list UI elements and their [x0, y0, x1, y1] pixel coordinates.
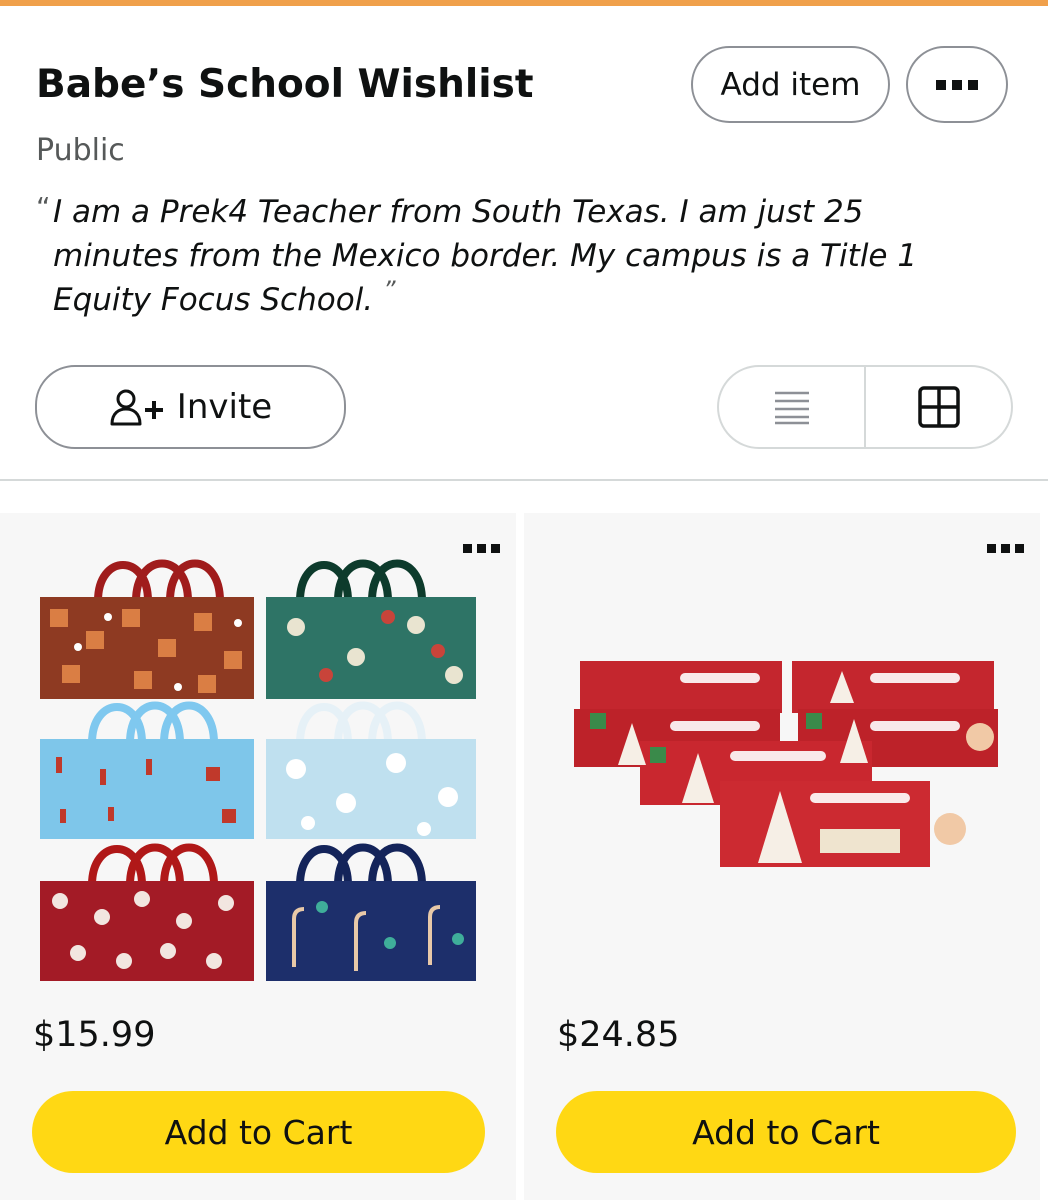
product-image-gift-bags[interactable]	[38, 547, 482, 983]
grid-view-button[interactable]	[866, 367, 1011, 447]
view-toggle	[717, 365, 1013, 449]
item-price: $15.99	[33, 1015, 156, 1055]
more-horizontal-icon	[936, 79, 978, 90]
open-quote-mark: “	[36, 191, 51, 224]
item-more-icon[interactable]	[987, 544, 1024, 553]
invite-label: Invite	[176, 387, 273, 427]
add-person-icon	[110, 389, 163, 426]
add-to-cart-button[interactable]: Add to Cart	[556, 1091, 1016, 1173]
list-title: Babe’s School Wishlist	[36, 62, 534, 107]
item-price: $24.85	[557, 1015, 680, 1055]
grid-view-icon	[917, 386, 960, 428]
description-text: I am a Prek4 Teacher from South Texas. I…	[53, 194, 918, 318]
more-options-button[interactable]	[906, 46, 1008, 123]
close-quote-mark: ”	[383, 276, 396, 304]
top-accent-bar	[0, 0, 1048, 6]
list-view-button[interactable]	[719, 367, 866, 447]
privacy-label[interactable]: Public	[36, 133, 125, 168]
list-view-icon	[774, 391, 809, 425]
invite-button[interactable]: Invite	[35, 365, 346, 449]
list-item[interactable]: $24.85 Add to Cart	[524, 513, 1040, 1200]
list-item[interactable]: $15.99 Add to Cart	[0, 513, 516, 1200]
product-image-christmas-cakes[interactable]	[570, 653, 1004, 875]
add-item-button[interactable]: Add item	[691, 46, 890, 123]
add-to-cart-button[interactable]: Add to Cart	[32, 1091, 485, 1173]
list-description: “ I am a Prek4 Teacher from South Texas.…	[36, 190, 996, 322]
